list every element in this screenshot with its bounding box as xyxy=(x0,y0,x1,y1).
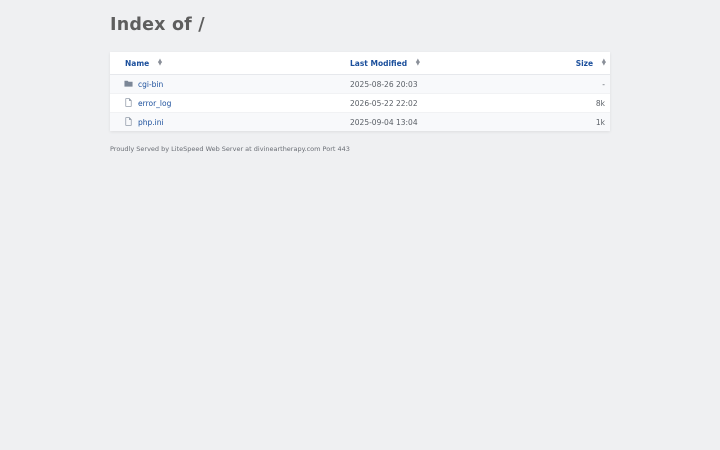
sort-arrows-icon: ▲ ▼ xyxy=(415,57,420,67)
sort-by-name-link[interactable]: Name ▲ ▼ xyxy=(125,57,163,68)
sort-arrows-icon: ▲ ▼ xyxy=(157,57,163,67)
file-modified: 2026-05-22 22:02 xyxy=(350,99,418,108)
server-footer: Proudly Served by LiteSpeed Web Server a… xyxy=(110,145,350,153)
folder-icon xyxy=(124,80,133,87)
column-header-size: Size xyxy=(575,59,594,68)
sort-by-modified-link[interactable]: Last Modified ▲ ▼ xyxy=(350,57,420,68)
table-row: cgi-bin 2025-08-26 20:03 - xyxy=(110,75,610,94)
file-link-cgi-bin[interactable]: cgi-bin xyxy=(138,80,163,89)
file-size: 1k xyxy=(595,118,605,127)
sort-by-size-link[interactable]: Size ▲ ▼ xyxy=(575,57,606,68)
page-title: Index of / xyxy=(110,15,205,35)
file-icon xyxy=(125,98,132,107)
file-size: 8k xyxy=(595,99,605,108)
file-link-error-log[interactable]: error_log xyxy=(138,99,171,108)
column-header-name: Name xyxy=(125,59,150,68)
file-modified: 2025-09-04 13:04 xyxy=(350,118,418,127)
file-listing-table: Name ▲ ▼ Last Modified ▲ ▼ Size ▲ ▼ cgi-bin… xyxy=(110,52,610,131)
table-row: error_log 2026-05-22 22:02 8k xyxy=(110,94,610,113)
sort-arrows-icon: ▲ ▼ xyxy=(601,57,606,67)
file-link-php-ini[interactable]: php.ini xyxy=(138,118,164,127)
table-row: php.ini 2025-09-04 13:04 1k xyxy=(110,113,610,131)
file-modified: 2025-08-26 20:03 xyxy=(350,80,418,89)
table-header: Name ▲ ▼ Last Modified ▲ ▼ Size ▲ ▼ xyxy=(110,52,610,75)
column-header-modified: Last Modified xyxy=(350,59,408,68)
file-icon xyxy=(125,117,132,126)
file-size: - xyxy=(602,80,605,89)
table-body: cgi-bin 2025-08-26 20:03 - error_log 202… xyxy=(110,75,610,131)
